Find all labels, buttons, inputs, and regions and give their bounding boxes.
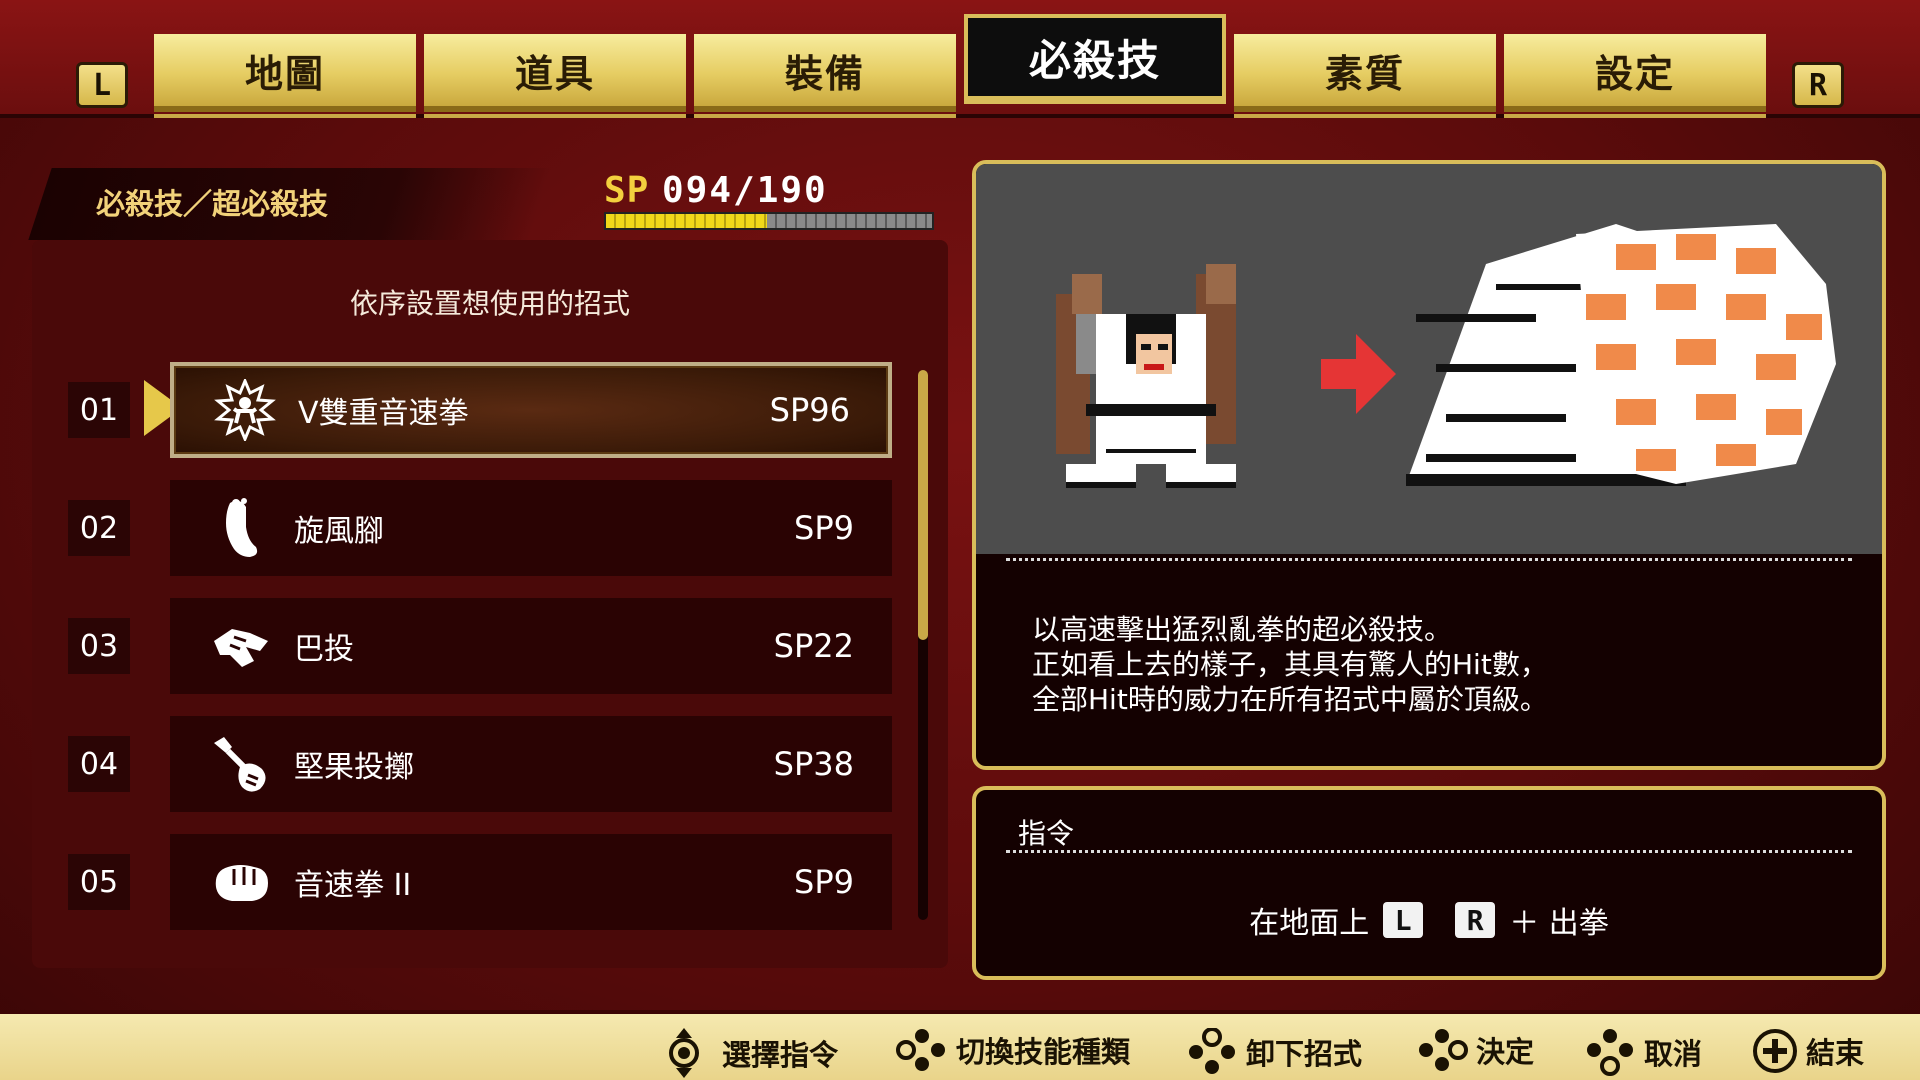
divider xyxy=(1006,850,1852,853)
hint-cancel: 取消 xyxy=(1584,1028,1702,1076)
l-shoulder-button[interactable]: L xyxy=(76,62,128,108)
slot-number: 04 xyxy=(68,736,130,792)
move-cost: SP96 xyxy=(769,391,850,429)
move-slot-1[interactable]: V雙重音速拳 SP96 xyxy=(170,362,892,458)
hint-confirm: 決定 xyxy=(1416,1028,1534,1072)
description-line-1: 以高速擊出猛烈亂拳的超必殺技。 xyxy=(1032,613,1453,646)
command-prefix: 在地面上 xyxy=(1249,906,1370,941)
move-cost: SP9 xyxy=(794,509,854,547)
move-cost: SP22 xyxy=(773,627,854,665)
hint-label: 卸下招式 xyxy=(1246,1037,1363,1071)
hint-switch-type: 切換技能種類 xyxy=(896,1028,1130,1072)
buttons-top-icon xyxy=(1189,1028,1235,1074)
command-title: 指令 xyxy=(1018,817,1075,850)
slot-number: 02 xyxy=(68,500,130,556)
fist-icon xyxy=(208,849,274,915)
section-title-label: 必殺技／超必殺技 xyxy=(96,187,329,221)
tab-equipment[interactable]: 裝備 xyxy=(694,34,956,118)
hint-label: 選擇指令 xyxy=(722,1038,839,1072)
section-title: 必殺技／超必殺技 xyxy=(28,168,552,240)
description-line-2: 正如看上去的樣子，其具有驚人的Hit數， xyxy=(1032,648,1548,681)
slot-number: 05 xyxy=(68,854,130,910)
list-scrollbar[interactable] xyxy=(918,370,928,920)
buttons-bottom-icon xyxy=(1587,1029,1633,1076)
sp-value: 094/190 xyxy=(662,170,828,211)
fighter-sprite xyxy=(1056,264,1236,488)
punch-barrage-sprite xyxy=(1406,224,1836,486)
sp-gauge-fill xyxy=(606,214,768,228)
hint-label: 結束 xyxy=(1806,1036,1865,1070)
burst-figure-icon xyxy=(212,377,278,443)
slot-number: 01 xyxy=(68,382,130,438)
tab-map[interactable]: 地圖 xyxy=(154,34,416,118)
command-panel: 指令 在地面上 L R ＋ 出拳 xyxy=(972,786,1886,980)
buttons-right-icon xyxy=(1419,1029,1468,1071)
move-detail-panel: 以高速擊出猛烈亂拳的超必殺技。 正如看上去的樣子，其具有驚人的Hit數， 全部H… xyxy=(972,160,1886,770)
sp-gauge xyxy=(604,212,934,230)
hint-label: 決定 xyxy=(1476,1035,1535,1069)
buttons-left-icon xyxy=(896,1029,945,1071)
r-shoulder-button[interactable]: R xyxy=(1792,62,1844,108)
move-preview-image xyxy=(976,164,1882,554)
divider xyxy=(1006,558,1852,561)
hint-select: 選擇指令 xyxy=(666,1028,838,1078)
move-cost: SP9 xyxy=(794,863,854,901)
plus-button-icon xyxy=(1753,1029,1797,1073)
command-input: 在地面上 L R ＋ 出拳 xyxy=(976,898,1882,942)
throw-hand-icon xyxy=(208,731,274,797)
move-name: 堅果投擲 xyxy=(294,750,414,785)
move-slot-4[interactable]: 堅果投擲 SP38 xyxy=(170,716,892,812)
tab-settings[interactable]: 設定 xyxy=(1504,34,1766,118)
slot-number: 03 xyxy=(68,618,130,674)
move-name: 巴投 xyxy=(294,632,354,667)
sp-gauge-empty xyxy=(767,214,932,228)
command-suffix: ＋ 出拳 xyxy=(1509,906,1609,941)
move-name: 旋風腳 xyxy=(294,514,384,549)
grab-throw-icon xyxy=(208,613,274,679)
scrollbar-thumb[interactable] xyxy=(918,370,928,640)
hint-label: 取消 xyxy=(1644,1037,1703,1071)
list-instruction: 依序設置想使用的招式 xyxy=(349,287,630,320)
move-slot-5[interactable]: 音速拳 II SP9 xyxy=(170,834,892,930)
tab-special-moves[interactable]: 必殺技 xyxy=(964,14,1226,104)
hint-exit: 結束 xyxy=(1752,1028,1864,1074)
move-name: V雙重音速拳 xyxy=(298,396,469,431)
pixel-art-preview xyxy=(1056,224,1836,488)
arrow-right-icon xyxy=(1321,334,1396,414)
move-description: 以高速擊出猛烈亂拳的超必殺技。 正如看上去的樣子，其具有驚人的Hit數， 全部H… xyxy=(1032,612,1548,717)
move-slot-2[interactable]: 旋風腳 SP9 xyxy=(170,480,892,576)
move-cost: SP38 xyxy=(773,745,854,783)
hint-unequip: 卸下招式 xyxy=(1186,1028,1362,1076)
hint-label: 切換技能種類 xyxy=(956,1035,1131,1069)
move-slot-3[interactable]: 巴投 SP22 xyxy=(170,598,892,694)
l-key-icon: L xyxy=(1383,902,1424,938)
move-name: 音速拳 II xyxy=(294,868,412,903)
r-key-icon: R xyxy=(1455,902,1496,938)
button-hints-bar: 選擇指令 切換技能種類 卸下招式 決定 取消 結束 xyxy=(0,1010,1920,1080)
tab-items[interactable]: 道具 xyxy=(424,34,686,118)
foot-icon xyxy=(208,495,274,561)
tab-stats[interactable]: 素質 xyxy=(1234,34,1496,118)
dpad-updown-icon xyxy=(669,1028,699,1078)
description-line-3: 全部Hit時的威力在所有招式中屬於頂級。 xyxy=(1032,683,1548,716)
sp-label: SP xyxy=(604,170,650,211)
